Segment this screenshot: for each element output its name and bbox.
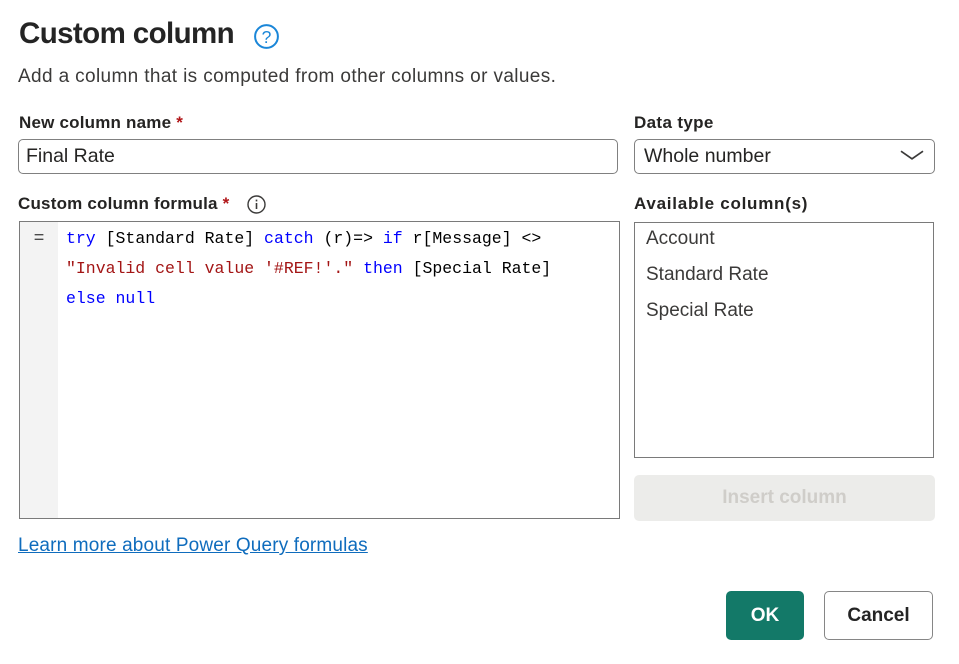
svg-text:?: ? — [262, 27, 272, 47]
